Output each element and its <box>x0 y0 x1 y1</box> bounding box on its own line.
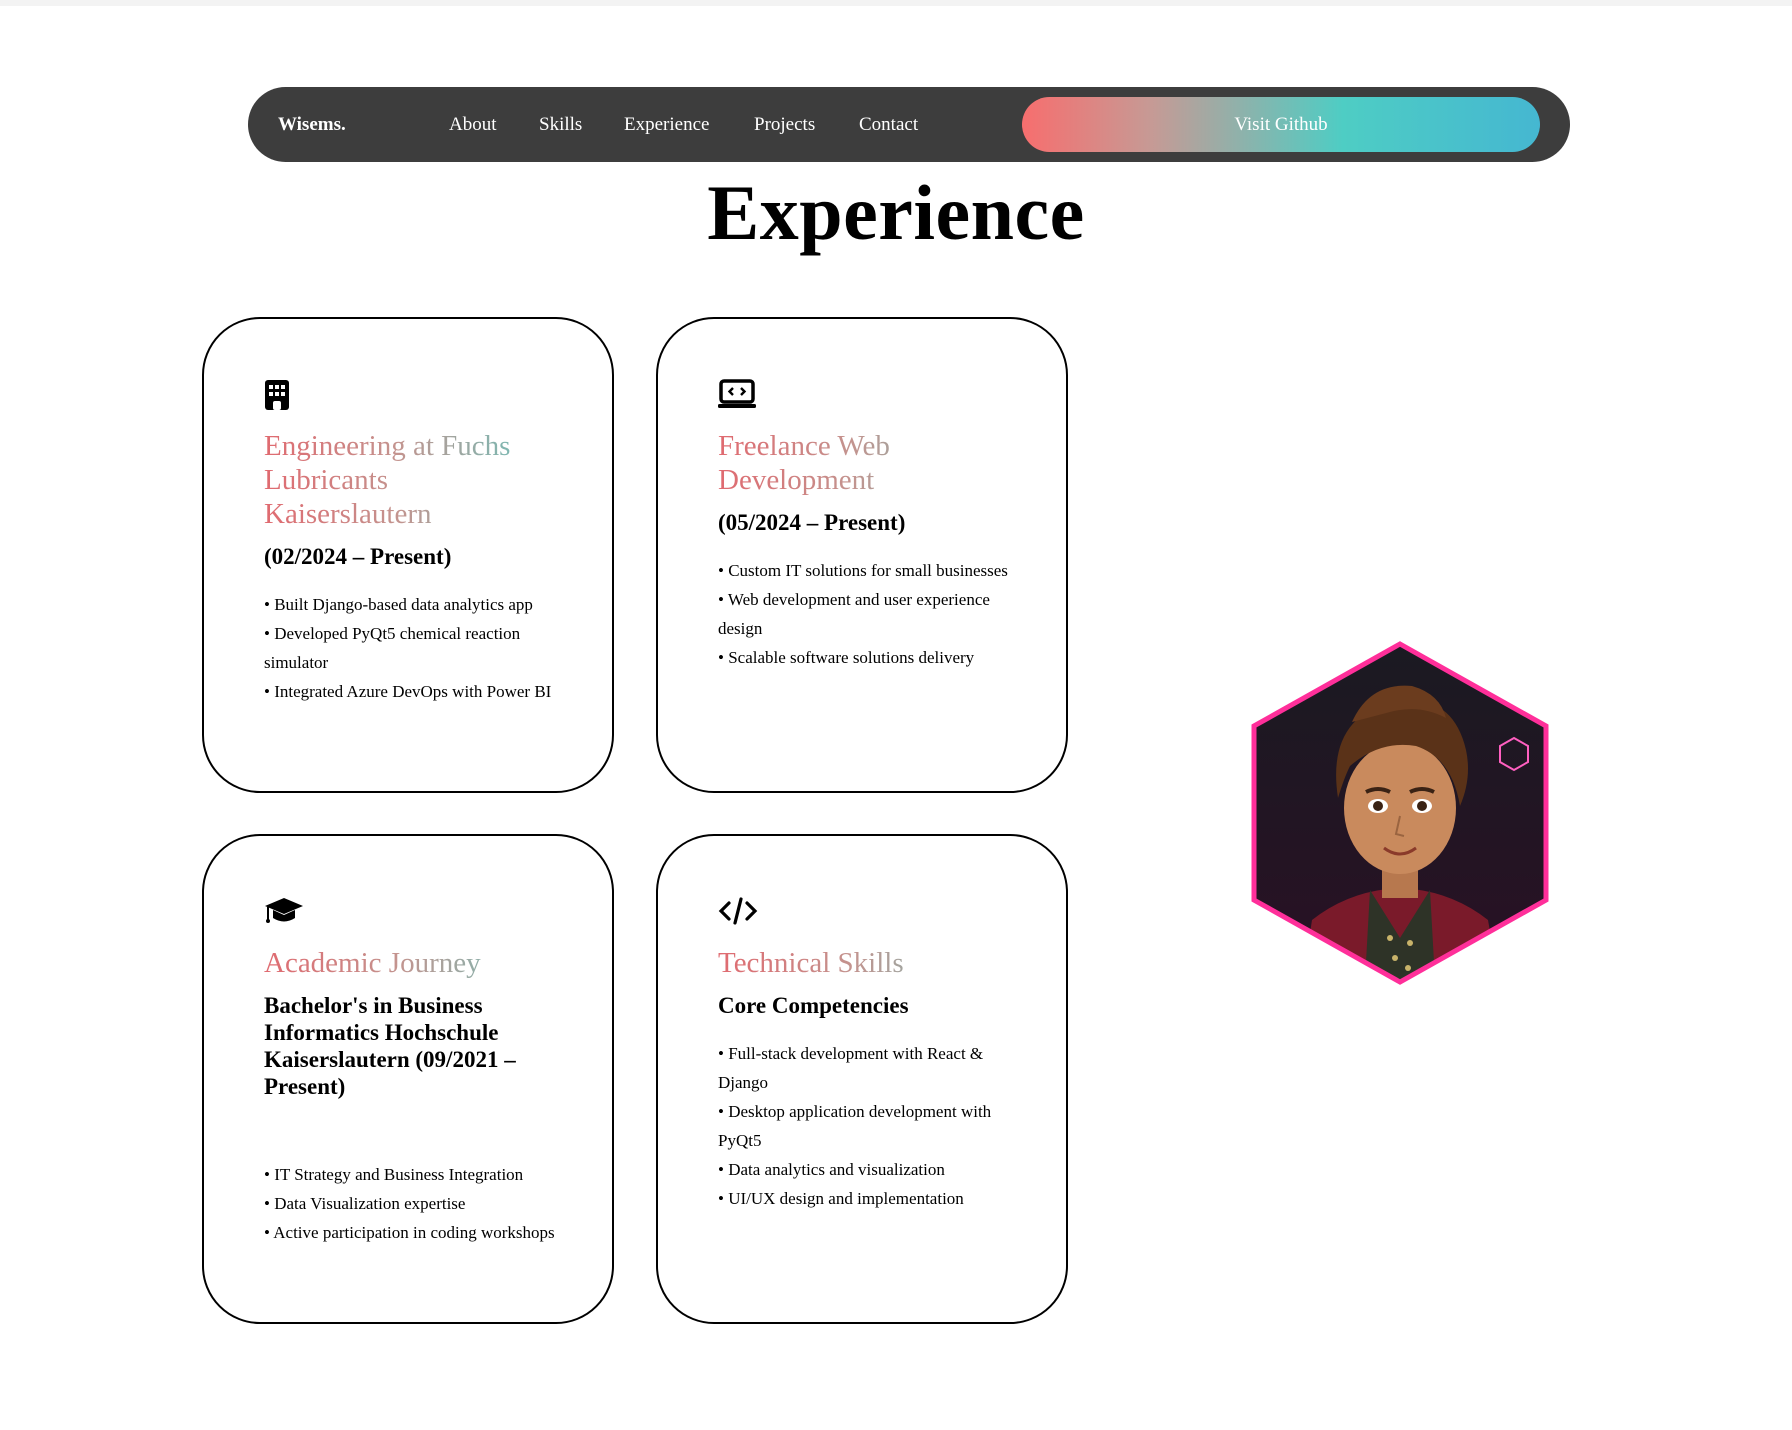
card-list: • IT Strategy and Business Integration •… <box>264 1160 562 1247</box>
card-heading: Engineering at Fuchs Lubricants Kaisersl… <box>264 429 562 531</box>
card-list: • Built Django-based data analytics app … <box>264 590 562 706</box>
top-strip <box>0 0 1792 6</box>
nav-link-contact[interactable]: Contact <box>859 87 918 162</box>
card-list: • Full-stack development with React & Dj… <box>718 1039 1016 1213</box>
avatar <box>1240 638 1560 998</box>
list-item: • Full-stack development with React & Dj… <box>718 1044 984 1092</box>
card-list: • Custom IT solutions for small business… <box>718 556 1016 672</box>
laptop-code-icon <box>718 379 758 415</box>
page-title: Experience <box>707 169 1085 256</box>
card-subheading: Core Competencies <box>718 993 909 1018</box>
card-heading: Academic Journey <box>264 946 562 980</box>
experience-card-academic: Academic Journey Bachelor's in Business … <box>202 834 614 1324</box>
card-heading: Technical Skills <box>718 946 1016 980</box>
card-subheading: (05/2024 – Present) <box>718 510 906 535</box>
list-item: • Web development and user experience de… <box>718 590 990 638</box>
card-heading: Freelance Web Development <box>718 429 1016 497</box>
building-icon <box>264 379 304 415</box>
nav-link-skills[interactable]: Skills <box>539 87 582 162</box>
brand-logo[interactable]: Wisems. <box>278 87 346 162</box>
list-item: • Data Visualization expertise <box>264 1194 466 1213</box>
experience-card-technical-skills: Technical Skills Core Competencies • Ful… <box>656 834 1068 1324</box>
card-subheading: Bachelor's in Business Informatics Hochs… <box>264 993 516 1099</box>
list-item: • Scalable software solutions delivery <box>718 648 975 667</box>
card-subheading: (02/2024 – Present) <box>264 544 452 569</box>
list-item: • Desktop application development with P… <box>718 1102 992 1150</box>
list-item: • UI/UX design and implementation <box>718 1189 964 1208</box>
list-item: • Custom IT solutions for small business… <box>718 561 1008 580</box>
avatar-portrait-icon <box>1251 641 1549 985</box>
list-item: • IT Strategy and Business Integration <box>264 1165 524 1184</box>
code-icon <box>718 896 758 932</box>
list-item: • Developed PyQt5 chemical reaction simu… <box>264 624 521 672</box>
list-item: • Active participation in coding worksho… <box>264 1223 555 1242</box>
experience-card-fuchs: Engineering at Fuchs Lubricants Kaisersl… <box>202 317 614 793</box>
graduation-cap-icon <box>264 896 304 932</box>
nav-link-projects[interactable]: Projects <box>754 87 815 162</box>
visit-github-button[interactable]: Visit Github <box>1022 97 1540 152</box>
nav-link-about[interactable]: About <box>449 87 497 162</box>
nav-link-experience[interactable]: Experience <box>624 87 709 162</box>
navbar: Wisems. About Skills Experience Projects… <box>248 87 1570 162</box>
list-item: • Data analytics and visualization <box>718 1160 945 1179</box>
experience-card-freelance: Freelance Web Development (05/2024 – Pre… <box>656 317 1068 793</box>
list-item: • Integrated Azure DevOps with Power BI <box>264 682 552 701</box>
list-item: • Built Django-based data analytics app <box>264 595 533 614</box>
